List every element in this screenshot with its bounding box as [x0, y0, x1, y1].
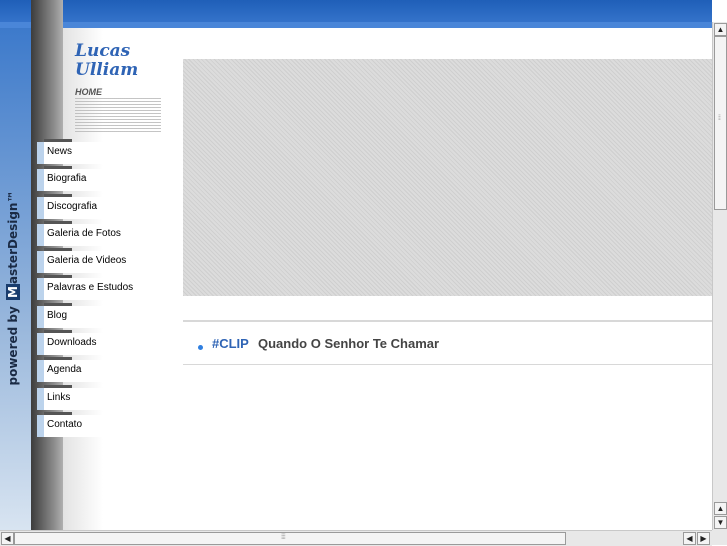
- horizontal-scrollbar[interactable]: ◀ ⁞⁞⁞⁞ ◀ ▶: [0, 530, 712, 546]
- nav-label: Downloads: [47, 337, 97, 349]
- nav-label: Agenda: [47, 364, 82, 376]
- logo-first-name: Lucas: [75, 41, 131, 61]
- nav-divider: [44, 220, 72, 224]
- vertical-scroll-thumb[interactable]: ⁞⁞: [714, 36, 727, 210]
- site-logo[interactable]: Lucas Ulliam: [75, 42, 138, 80]
- nav-divider: [44, 275, 72, 279]
- home-label: HOME: [75, 87, 102, 97]
- up-arrow-icon[interactable]: ▲: [714, 23, 727, 36]
- nav-divider: [44, 411, 72, 415]
- nav-label: Discografia: [47, 200, 98, 212]
- main-nav: News Biografia Discografia Galeria de Fo…: [37, 139, 163, 442]
- nav-divider: [44, 166, 72, 170]
- nav-marker: [37, 305, 44, 328]
- powered-by-suffix: asterDesign™: [6, 190, 20, 285]
- powered-by-label[interactable]: powered by MasterDesign™: [6, 179, 26, 397]
- featured-panel: #CLIP Quando O Senhor Te Chamar: [183, 320, 712, 532]
- nav-marker: [37, 414, 44, 437]
- nav-item-biografia[interactable]: Biografia: [37, 166, 163, 192]
- masterdesign-logo-mark: M: [6, 284, 20, 300]
- nav-marker: [37, 142, 44, 164]
- left-blue-strip: powered by MasterDesign™: [0, 28, 31, 530]
- nav-label: Biografia: [47, 173, 87, 185]
- nav-label: Galeria de Fotos: [47, 227, 121, 239]
- nav-divider: [44, 139, 72, 142]
- nav-label: Palavras e Estudos: [47, 282, 134, 294]
- nav-marker: [37, 387, 44, 410]
- nav-label: Blog: [47, 309, 68, 321]
- nav-marker: [37, 169, 44, 192]
- nav-marker: [37, 223, 44, 246]
- nav-divider: [44, 248, 72, 252]
- grip-icon: ⁞⁞⁞⁞: [281, 534, 286, 541]
- nav-divider: [44, 357, 72, 361]
- horizontal-scroll-thumb[interactable]: ⁞⁞⁞⁞: [14, 532, 566, 545]
- banner-placeholder: [183, 59, 712, 296]
- nav-item-news[interactable]: News: [37, 139, 163, 164]
- featured-title[interactable]: Quando O Senhor Te Chamar: [258, 336, 439, 351]
- nav-divider: [44, 193, 72, 197]
- logo-last-name: Ulliam: [75, 60, 139, 80]
- nav-item-blog[interactable]: Blog: [37, 302, 163, 328]
- left-arrow-icon[interactable]: ◀: [1, 532, 14, 545]
- bullet-icon: [198, 345, 203, 350]
- nav-item-discografia[interactable]: Discografia: [37, 193, 163, 219]
- nav-item-galeria-videos[interactable]: Galeria de Videos: [37, 248, 163, 274]
- nav-divider: [44, 384, 72, 388]
- nav-item-agenda[interactable]: Agenda: [37, 357, 163, 383]
- nav-marker: [37, 360, 44, 383]
- nav-divider: [44, 330, 72, 334]
- nav-divider: [44, 302, 72, 306]
- grip-icon: ⁞⁞: [718, 115, 721, 122]
- nav-label: News: [47, 146, 73, 157]
- nav-label: Galeria de Videos: [47, 255, 127, 267]
- nav-marker: [37, 251, 44, 274]
- nav-item-palavras-estudos[interactable]: Palavras e Estudos: [37, 275, 163, 301]
- vertical-scrollbar[interactable]: ▲ ⁞⁞ ▲ ▼: [712, 22, 727, 530]
- nav-item-galeria-fotos[interactable]: Galeria de Fotos: [37, 220, 163, 246]
- nav-marker: [37, 278, 44, 301]
- up-arrow-icon-lower[interactable]: ▲: [714, 502, 727, 515]
- down-arrow-icon[interactable]: ▼: [714, 516, 727, 529]
- scrollbar-corner: [712, 530, 727, 545]
- featured-header[interactable]: #CLIP Quando O Senhor Te Chamar: [183, 322, 712, 365]
- right-arrow-icon[interactable]: ▶: [697, 532, 710, 545]
- nav-marker: [37, 333, 44, 356]
- nav-item-downloads[interactable]: Downloads: [37, 330, 163, 356]
- intro-text-block: [75, 98, 161, 132]
- left-arrow-icon-right[interactable]: ◀: [683, 532, 696, 545]
- nav-item-contato[interactable]: Contato: [37, 411, 163, 437]
- nav-label: Links: [47, 391, 71, 403]
- nav-marker: [37, 196, 44, 219]
- nav-label: Contato: [47, 418, 83, 430]
- powered-by-prefix: powered by: [6, 302, 20, 386]
- featured-tag[interactable]: #CLIP: [212, 336, 249, 351]
- nav-item-links[interactable]: Links: [37, 384, 163, 410]
